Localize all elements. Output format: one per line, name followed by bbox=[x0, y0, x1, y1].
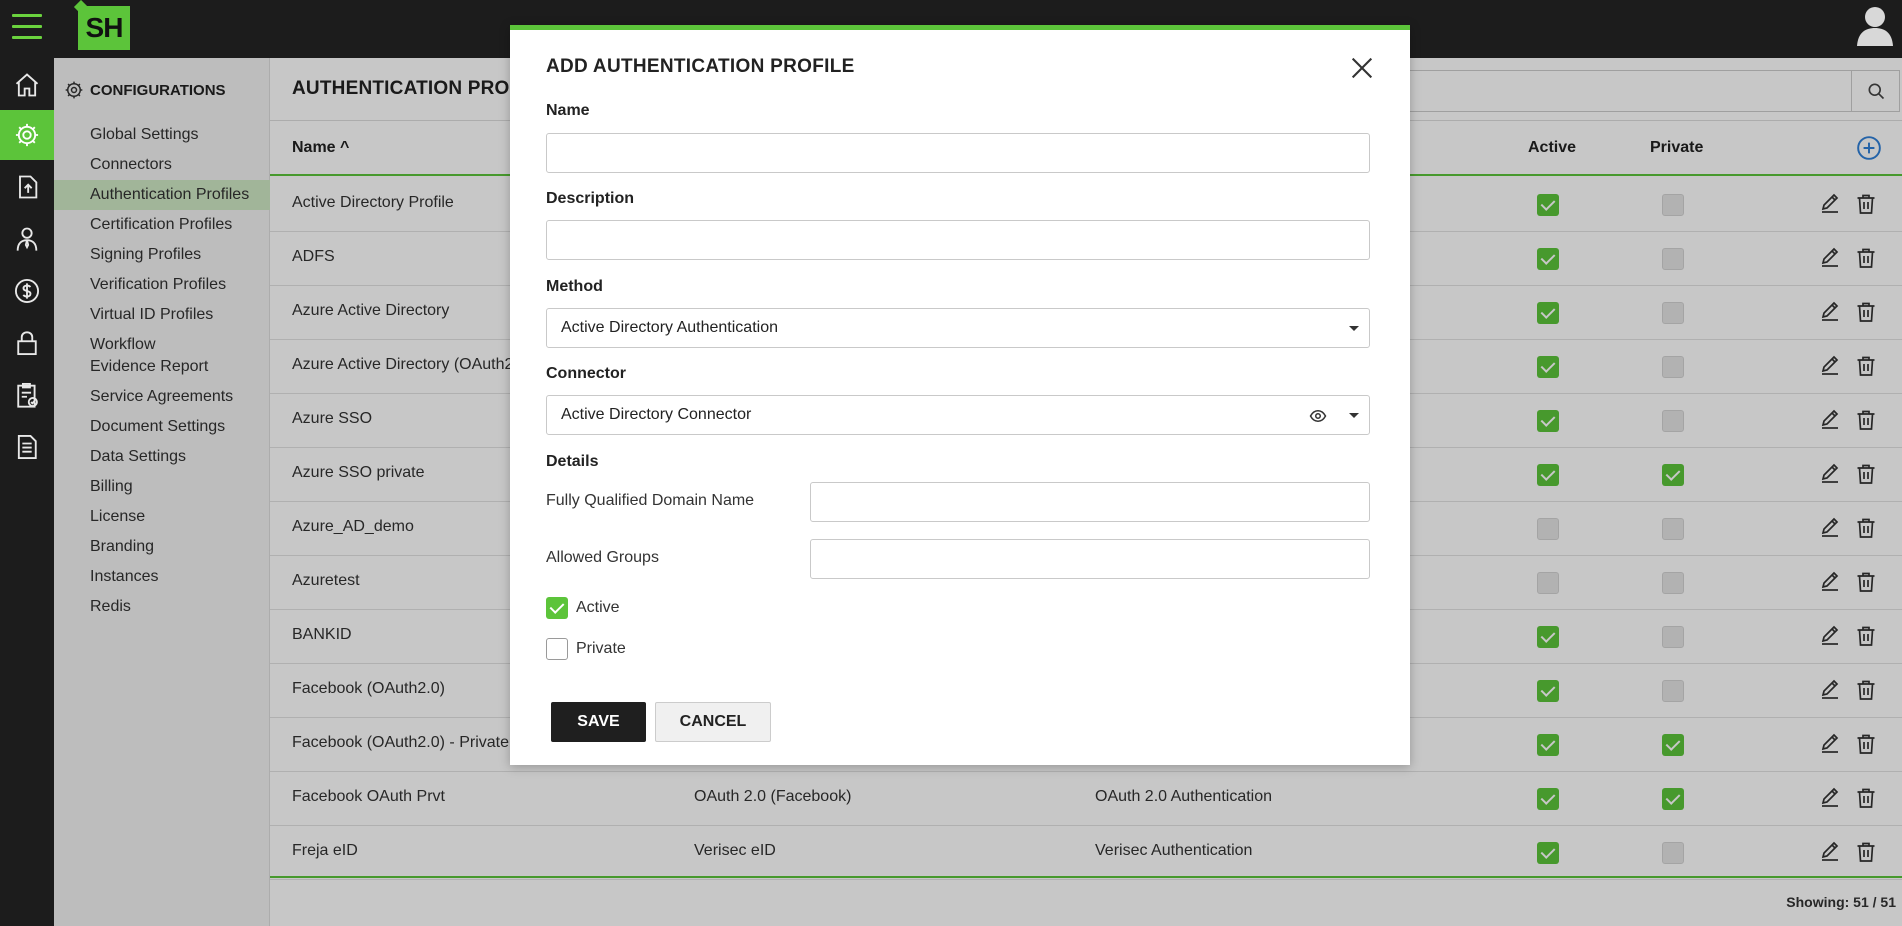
private-checkbox[interactable] bbox=[546, 638, 568, 660]
add-authentication-profile-dialog: ADD AUTHENTICATION PROFILE Name Descript… bbox=[510, 25, 1410, 765]
rail-upload[interactable] bbox=[0, 162, 54, 212]
method-value: Active Directory Authentication bbox=[561, 319, 778, 336]
rail-documents[interactable] bbox=[0, 422, 54, 472]
gear-icon bbox=[15, 123, 39, 147]
document-icon bbox=[17, 434, 37, 460]
lock-icon bbox=[17, 331, 37, 356]
app-logo[interactable]: SH bbox=[78, 6, 130, 50]
chevron-down-icon bbox=[1349, 326, 1359, 331]
allowed-groups-label: Allowed Groups bbox=[546, 549, 659, 566]
save-button[interactable]: SAVE bbox=[551, 702, 646, 742]
connector-value: Active Directory Connector bbox=[561, 406, 752, 423]
chevron-down-icon[interactable] bbox=[1349, 413, 1359, 418]
icon-rail bbox=[0, 58, 54, 926]
allowed-groups-input[interactable] bbox=[810, 539, 1370, 579]
cancel-button[interactable]: CANCEL bbox=[655, 702, 771, 742]
hamburger-menu-icon[interactable] bbox=[12, 14, 42, 42]
rail-security[interactable] bbox=[0, 318, 54, 368]
rail-billing[interactable] bbox=[0, 266, 54, 316]
rail-tasks[interactable] bbox=[0, 370, 54, 420]
user-avatar-icon[interactable] bbox=[1856, 4, 1894, 48]
description-label: Description bbox=[546, 190, 635, 207]
home-icon bbox=[15, 73, 39, 97]
method-label: Method bbox=[546, 278, 603, 295]
name-label: Name bbox=[546, 102, 590, 119]
dialog-title: ADD AUTHENTICATION PROFILE bbox=[546, 56, 855, 77]
details-label: Details bbox=[546, 453, 599, 470]
rail-settings[interactable] bbox=[0, 110, 54, 160]
method-select[interactable]: Active Directory Authentication bbox=[546, 308, 1370, 348]
eye-icon[interactable] bbox=[1309, 407, 1327, 425]
connector-select[interactable]: Active Directory Connector bbox=[546, 395, 1370, 435]
connector-label: Connector bbox=[546, 365, 626, 382]
description-input[interactable] bbox=[546, 220, 1370, 260]
user-tie-icon bbox=[16, 227, 38, 251]
name-input[interactable] bbox=[546, 133, 1370, 173]
fqdn-label: Fully Qualified Domain Name bbox=[546, 492, 755, 509]
rail-users[interactable] bbox=[0, 214, 54, 264]
private-checkbox-label[interactable]: Private bbox=[576, 640, 626, 658]
active-checkbox[interactable] bbox=[546, 597, 568, 619]
rail-home[interactable] bbox=[0, 60, 54, 110]
upload-icon bbox=[19, 175, 38, 199]
fqdn-input[interactable] bbox=[810, 482, 1370, 522]
dollar-icon bbox=[14, 278, 40, 304]
clipboard-check-icon bbox=[17, 382, 38, 408]
active-checkbox-label[interactable]: Active bbox=[576, 599, 620, 617]
close-icon[interactable] bbox=[1348, 54, 1376, 82]
